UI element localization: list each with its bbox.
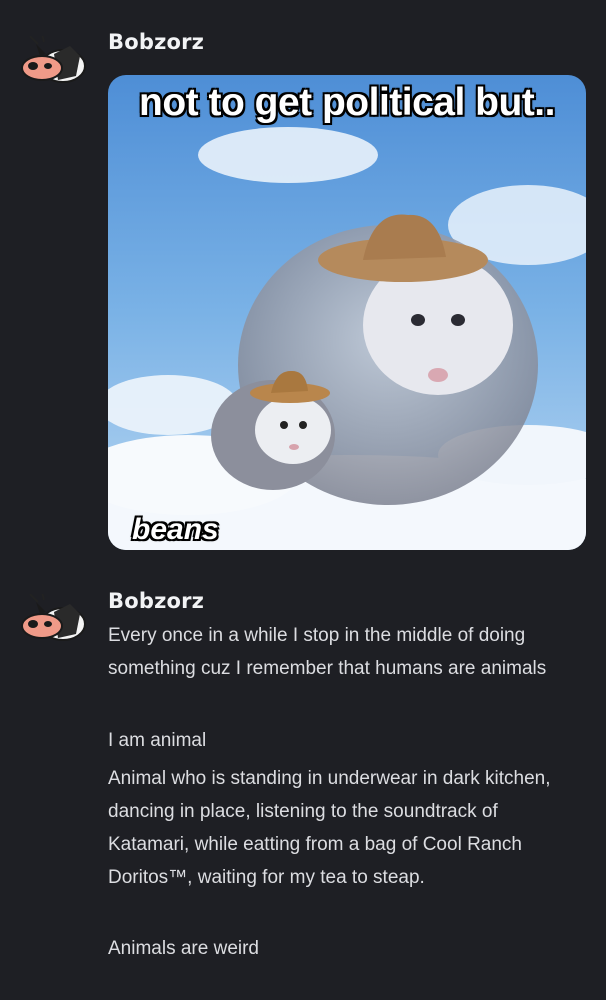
meme-bottom-caption: beans — [132, 513, 219, 546]
message-text: I am animal — [108, 730, 207, 751]
opossum-avatar-icon[interactable] — [18, 591, 88, 650]
meme-image — [108, 75, 586, 550]
opossum-avatar-icon[interactable] — [18, 33, 88, 92]
message-group-1: Bobzorz not to get political but.. beans — [0, 0, 606, 560]
meme-image-attachment[interactable]: not to get political but.. beans — [108, 75, 586, 550]
message-text: Animals are weird — [108, 938, 259, 959]
username[interactable]: Bobzorz — [108, 30, 204, 54]
message-text: Every once in a while I stop in the midd… — [108, 625, 547, 679]
message-text: Animal who is standing in underwear in d… — [108, 768, 551, 888]
meme-top-caption: not to get political but.. — [138, 80, 556, 125]
username[interactable]: Bobzorz — [108, 589, 204, 613]
